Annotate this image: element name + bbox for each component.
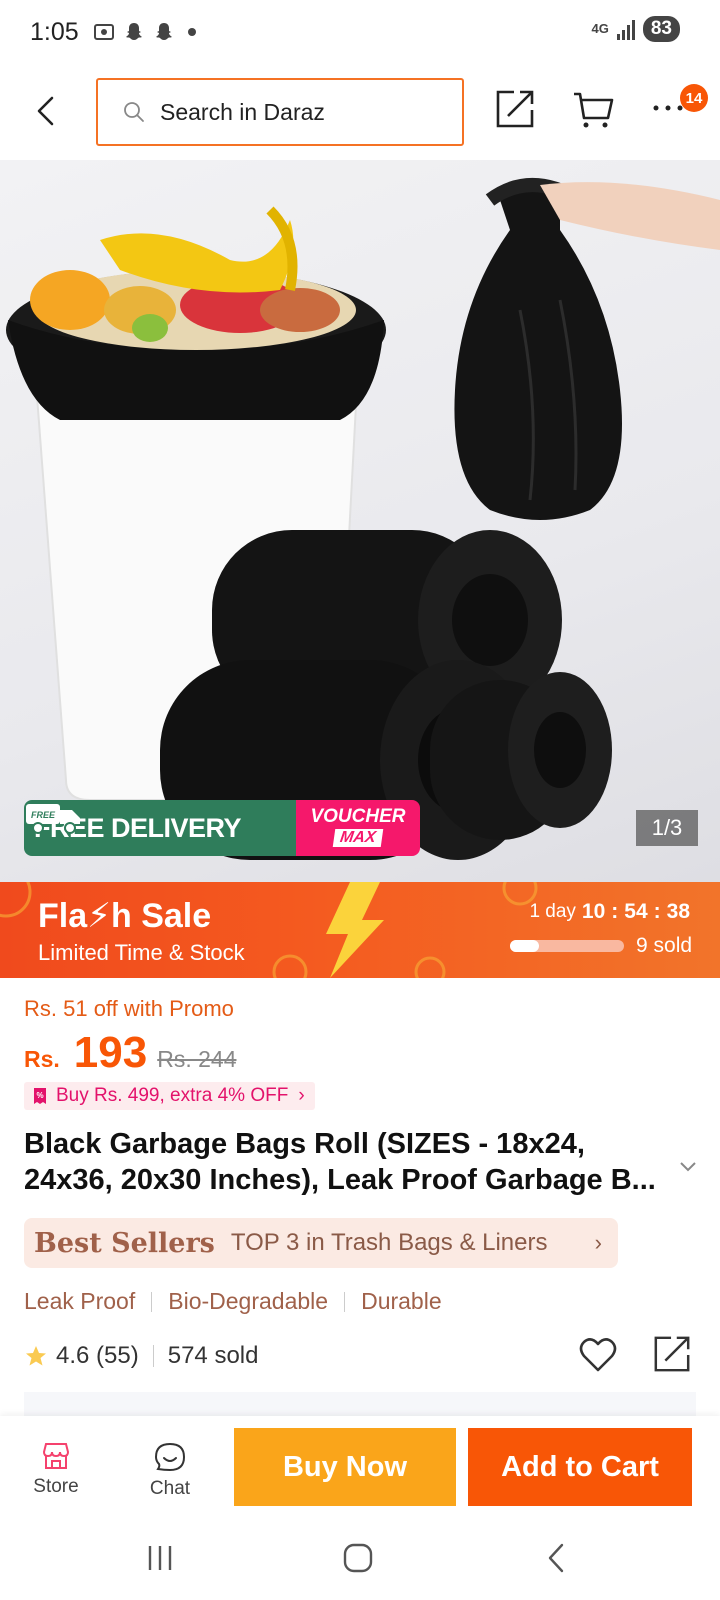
share-icon[interactable] [652, 1334, 692, 1374]
product-tags: Leak Proof Bio-Degradable Durable [24, 1288, 442, 1315]
extra-discount-label: Buy Rs. 499, extra 4% OFF [56, 1085, 289, 1106]
flash-sale-countdown: 1 day 10: 54: 38 [529, 900, 690, 923]
rating-value: 4.6 [56, 1342, 90, 1369]
top-nav: Search in Daraz 14 [0, 66, 720, 158]
flash-sale-sold: 9 sold [636, 934, 693, 957]
add-to-cart-button[interactable]: Add to Cart [468, 1428, 692, 1506]
status-time: 1:05 [30, 18, 79, 46]
share-icon[interactable] [494, 88, 536, 130]
snapchat-icon [152, 20, 176, 44]
search-icon [124, 102, 144, 122]
back-arrow-icon[interactable] [30, 94, 64, 128]
tag-item: Durable [361, 1288, 442, 1314]
screenshot-icon [92, 20, 116, 44]
countdown-minutes: 54 [624, 900, 648, 923]
countdown-seconds: 38 [666, 900, 690, 923]
recent-apps-icon[interactable] [142, 1540, 178, 1576]
rating-row[interactable]: 4.6 (55) 574 sold [24, 1342, 258, 1370]
flash-sale-progress-bar [510, 940, 624, 952]
sold-count: 574 sold [167, 1342, 259, 1369]
wishlist-heart-icon[interactable] [578, 1336, 618, 1374]
home-icon[interactable] [340, 1540, 376, 1576]
flash-sale-subtitle: Limited Time & Stock [38, 940, 245, 965]
voucher-icon: % [34, 1088, 46, 1104]
buy-now-button[interactable]: Buy Now [234, 1428, 456, 1506]
lightning-icon [326, 882, 384, 978]
flash-sale-title: Fla⚡h Sale [38, 897, 212, 935]
chat-icon [154, 1442, 186, 1472]
snapchat-icon [122, 20, 146, 44]
best-sellers-rank: TOP 3 in Trash Bags & Liners [230, 1229, 548, 1256]
battery-level: 83 [642, 16, 680, 42]
best-sellers-label: Best Sellers [34, 1227, 215, 1259]
back-icon[interactable] [540, 1540, 576, 1576]
svg-text:%: % [36, 1091, 43, 1100]
review-count: (55) [96, 1342, 139, 1369]
promo-text: Rs. 51 off with Promo [24, 996, 234, 1021]
search-input[interactable]: Search in Daraz [96, 78, 464, 146]
voucher-max-label: MAX [332, 829, 384, 847]
section-divider [24, 1392, 696, 1416]
notification-dot-icon [188, 28, 196, 36]
cart-count-badge: 14 [680, 84, 708, 112]
chat-label: Chat [149, 1478, 191, 1499]
cart-icon[interactable] [572, 90, 614, 130]
store-button[interactable]: Store [16, 1442, 96, 1498]
bottom-action-bar: Store Chat Buy Now Add to Cart [0, 1416, 720, 1518]
network-type: 4G [591, 21, 609, 36]
product-image-carousel[interactable]: FREE FREE DELIVERY VOUCHER MAX 1/3 [0, 160, 720, 882]
status-notification-icons [92, 20, 196, 44]
star-icon [26, 1346, 46, 1366]
tag-item: Bio-Degradable [168, 1288, 329, 1314]
chevron-right-icon: › [594, 1230, 602, 1255]
flash-sale-banner[interactable]: Fla⚡h Sale Limited Time & Stock 1 day 10… [0, 882, 720, 978]
system-nav-bar [0, 1518, 720, 1600]
countdown-hours: 10 [581, 900, 606, 923]
delivery-truck-icon: FREE [26, 804, 80, 834]
countdown-days: 1 day [529, 901, 576, 922]
search-placeholder: Search in Daraz [160, 98, 325, 125]
store-label: Store [33, 1476, 79, 1497]
signal-icon [616, 18, 635, 40]
extra-discount-offer[interactable]: % Buy Rs. 499, extra 4% OFF › [24, 1082, 315, 1110]
store-icon [42, 1443, 70, 1469]
price-block: Rs. 193 Rs. 244 [24, 1028, 236, 1078]
chevron-down-icon[interactable] [678, 1156, 698, 1176]
tag-item: Leak Proof [24, 1288, 136, 1314]
free-delivery-badge: FREE FREE DELIVERY [24, 800, 296, 856]
best-sellers-banner[interactable]: Best Sellers TOP 3 in Trash Bags & Liner… [24, 1218, 618, 1268]
current-price: 193 [73, 1028, 148, 1077]
voucher-label: VOUCHER [310, 806, 406, 827]
status-bar: 1:05 4G 83 [0, 0, 720, 66]
original-price: Rs. 244 [157, 1046, 237, 1072]
product-image [6, 178, 720, 860]
voucher-max-badge: VOUCHER MAX [296, 800, 420, 856]
currency-label: Rs. [24, 1046, 60, 1072]
chevron-right-icon: › [298, 1085, 305, 1106]
chat-button[interactable]: Chat [130, 1442, 210, 1500]
product-title: Black Garbage Bags Roll (SIZES - 18x24, … [24, 1128, 656, 1196]
image-pager: 1/3 [636, 810, 698, 846]
free-tag: FREE [31, 810, 56, 820]
